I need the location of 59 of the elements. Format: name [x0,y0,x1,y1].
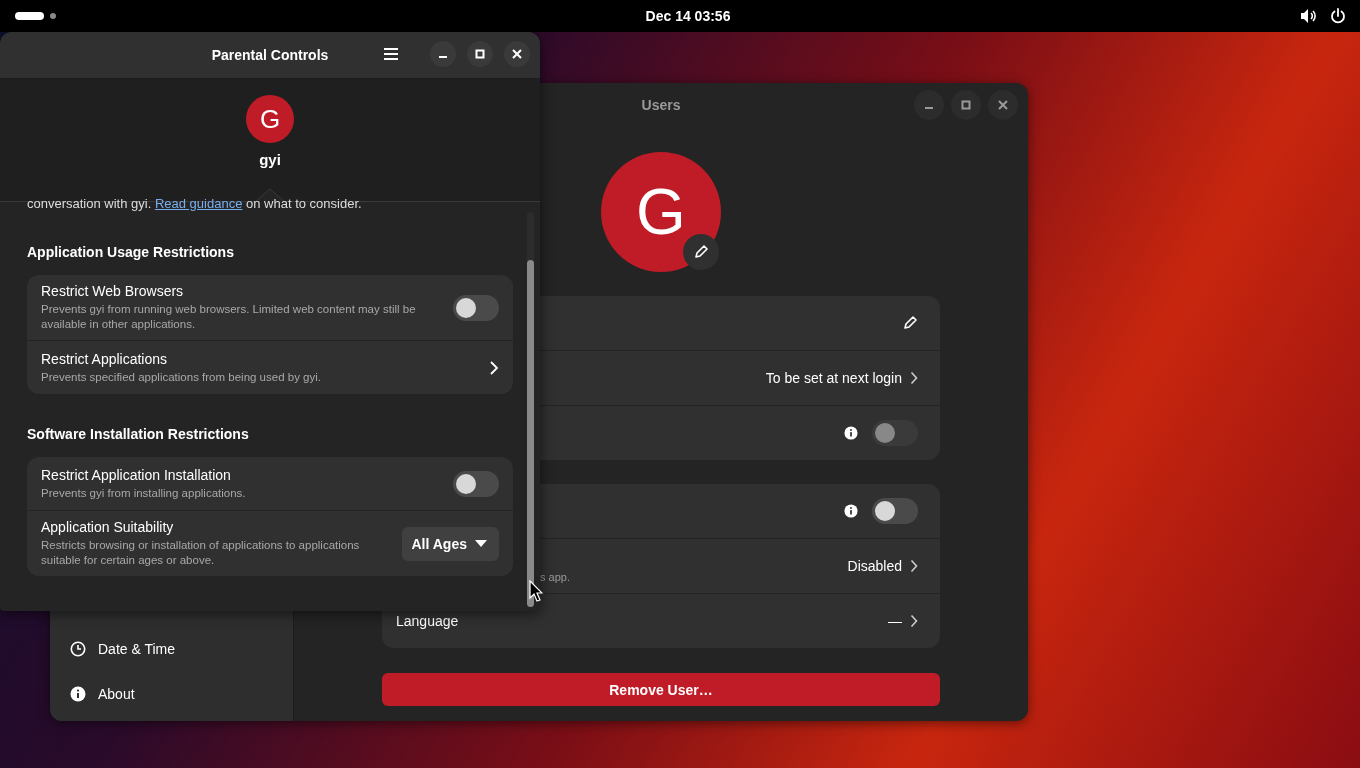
row-value[interactable]: Disabled [847,558,902,574]
maximize-button[interactable] [951,90,981,120]
clock[interactable]: Dec 14 03:56 [645,8,731,24]
info-icon[interactable] [844,504,858,518]
edit-avatar-button[interactable] [683,234,719,270]
close-button[interactable] [504,41,530,67]
minimize-icon [439,56,447,58]
pencil-icon [693,244,709,260]
workspace-dot[interactable] [50,13,56,19]
age-dropdown[interactable]: All Ages [401,526,499,561]
power-icon[interactable] [1330,8,1346,24]
sidebar-item[interactable]: Date & Time [60,626,283,671]
scrollbar[interactable] [527,212,534,607]
toggle-switch[interactable] [453,470,499,497]
read-guidance-link[interactable]: Read guidance [154,196,243,211]
info-icon [70,685,86,702]
row-subtitle: s app. [540,571,570,583]
minimize-button[interactable] [430,41,456,67]
row-label: Language [396,613,459,629]
row-value[interactable]: To be set at next login [765,370,902,386]
chevron-icon [910,614,918,628]
chevron-icon [910,559,918,573]
row-value[interactable]: — [888,613,902,629]
row-title: Restrict Web Browsers [41,283,185,299]
window-title: Users [641,97,681,113]
maximize-icon [475,49,485,59]
pencil-icon[interactable] [902,315,918,331]
toggle-switch[interactable] [872,498,918,524]
mouse-pointer-icon [529,580,543,602]
row-title: Restrict Applications [41,350,169,367]
row-subtitle: Restricts browsing or installation of applications to applications suitable for certain ages or above. [41,538,361,568]
section-heading: Software Installation Restrictions [27,426,250,442]
volume-icon[interactable] [1300,8,1318,24]
row-subtitle: Prevents gyi from installing applications. [41,485,247,501]
clock-icon [70,640,86,657]
chevron-icon [910,371,918,385]
toggle-switch[interactable] [453,294,499,321]
minimize-icon [925,107,933,109]
dropdown-arrow-icon [475,540,487,547]
sidebar-item[interactable]: About [60,671,283,716]
user-avatar: G [601,152,721,272]
menu-icon [383,47,399,61]
user-name[interactable]: gyi [259,151,281,168]
maximize-button[interactable] [467,41,493,67]
close-icon [998,100,1008,110]
workspace-indicator[interactable] [15,12,44,20]
row-subtitle: Prevents gyi from running web browsers. Limited web content may still be available in other applications. [41,302,417,332]
window-title: Parental Controls [211,47,329,63]
row-title: Application Suitability [41,519,175,535]
section-heading: Application Usage Restrictions [27,244,235,260]
intro-text: conversation with gyi. Read guidance on what to consider. [27,196,363,212]
row-title: Restrict Application Installation [41,466,232,483]
remove-user-button[interactable]: Remove User… [382,673,940,706]
info-icon[interactable] [844,426,858,440]
maximize-icon [961,100,971,110]
row-subtitle: Prevents specified applications from being used by gyi. [41,369,322,385]
user-avatar[interactable]: G [246,95,294,143]
close-icon [512,49,522,59]
chevron-icon[interactable] [489,359,499,376]
